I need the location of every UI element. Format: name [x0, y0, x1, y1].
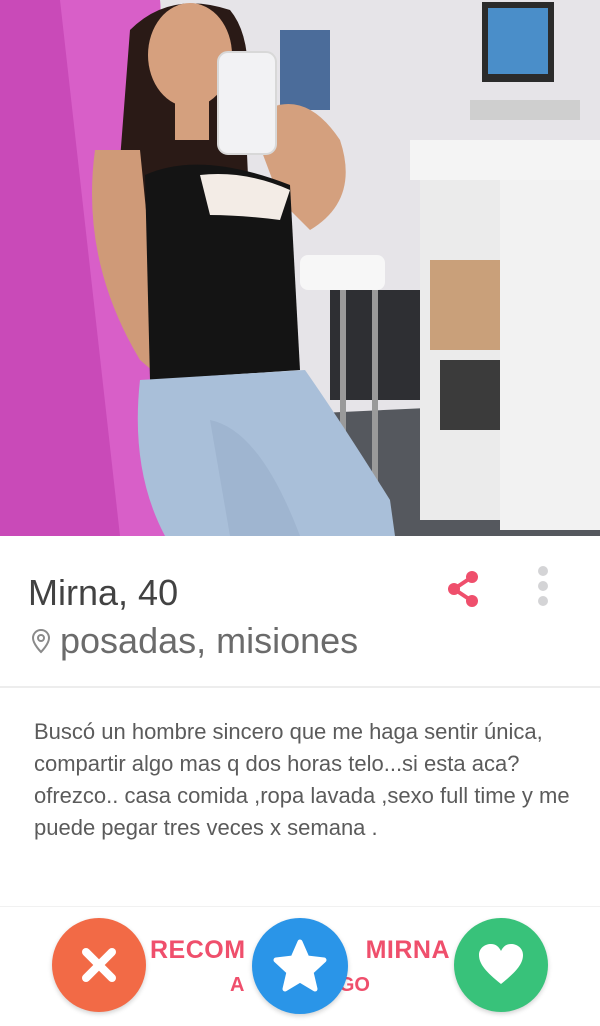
location-text: posadas, misiones [60, 620, 359, 661]
heart-icon [479, 944, 523, 984]
name-comma: , [118, 572, 129, 613]
section-divider [0, 686, 600, 688]
profile-header: Mirna, 40 posadas, misiones [0, 536, 600, 686]
section-divider-bottom [0, 906, 600, 907]
recommend-line1-right: MIRNA [365, 936, 450, 964]
recommend-line1-left: RECOM [150, 936, 246, 964]
profile-location: posadas, misiones [30, 620, 358, 662]
like-button[interactable] [454, 918, 548, 1012]
share-button[interactable] [440, 566, 486, 612]
location-pin-icon [31, 628, 51, 654]
profile-photo[interactable] [0, 0, 600, 536]
recommend-line2-left: A [230, 974, 245, 996]
profile-photo-illustration [0, 0, 600, 536]
profile-age: 40 [138, 572, 179, 613]
profile-name: Mirna [28, 572, 119, 613]
super-like-button[interactable] [252, 918, 348, 1014]
close-icon [82, 948, 116, 982]
more-options-button[interactable] [528, 566, 558, 606]
profile-bio: Buscó un hombre sincero que me haga sent… [34, 719, 570, 840]
nope-button[interactable] [52, 918, 146, 1012]
star-icon [273, 939, 327, 992]
share-icon [448, 571, 478, 607]
profile-name-age: Mirna, 40 [28, 572, 178, 614]
